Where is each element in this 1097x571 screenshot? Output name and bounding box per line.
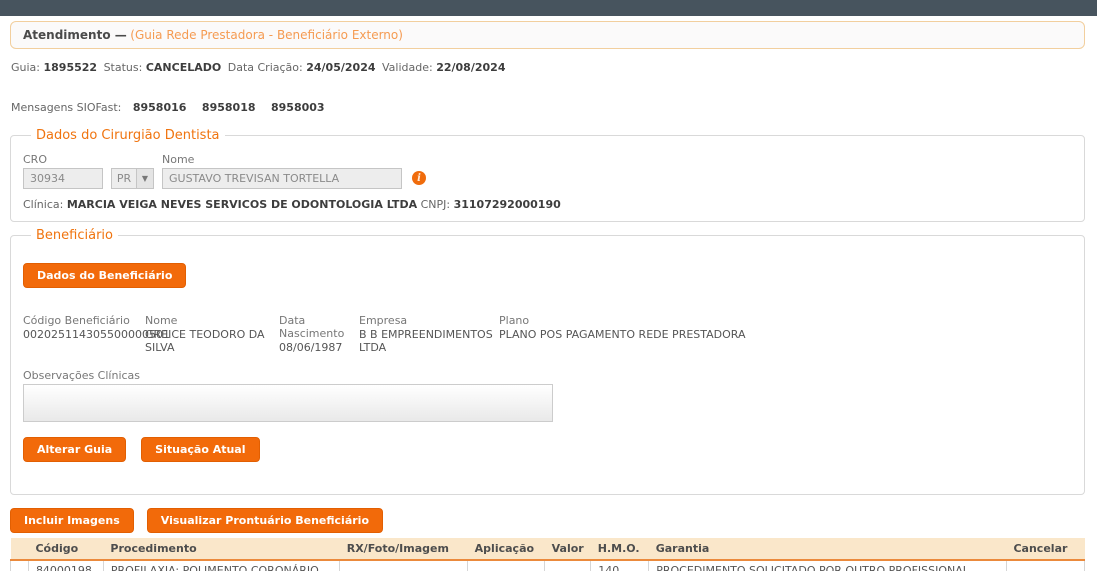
- siofast-message-1: 8958016: [132, 101, 187, 114]
- beneficiary-name-col: Nome GREICE TEODORO DA SILVA: [145, 314, 279, 354]
- rx-foto-imagem-column-header: RX/Foto/Imagem: [339, 538, 468, 561]
- row-aplicacao-cell: [467, 559, 546, 571]
- indicator-column-header: [10, 538, 29, 561]
- beneficiary-fieldset-legend: Beneficiário: [36, 228, 113, 243]
- uf-select-value: PR: [111, 168, 137, 189]
- data-criacao-value: 24/05/2024: [306, 61, 376, 74]
- dentist-name-label: Nome: [162, 153, 195, 166]
- visualizar-prontuario-button[interactable]: Visualizar Prontuário Beneficiário: [146, 508, 384, 533]
- cro-label: CRO: [23, 153, 47, 166]
- cnpj-value: 31107292000190: [453, 198, 561, 211]
- page-content: Atendimento — (Guia Rede Prestadora - Be…: [0, 21, 1097, 571]
- dentist-fields-row: CRO 30934 PR ▼ Nome GUSTAVO TREVISAN TOR…: [23, 153, 1072, 189]
- beneficiary-birthdate-value: 08/06/1987: [279, 341, 343, 354]
- row-cancelar-cell: [1005, 559, 1086, 571]
- valor-column-header: Valor: [544, 538, 591, 561]
- beneficiary-plan-col: Plano PLANO POS PAGAMENTO REDE PRESTADOR…: [499, 314, 1072, 354]
- page-action-buttons: Incluir Imagens Visualizar Prontuário Be…: [10, 508, 1085, 533]
- hmo-column-header: H.M.O.: [590, 538, 649, 561]
- guia-label: Guia:: [11, 61, 40, 74]
- table-row: 84000198 PROFILAXIA: POLIMENTO CORONÁRIO…: [10, 559, 1086, 571]
- validade-label: Validade:: [382, 61, 433, 74]
- beneficiary-company-label: Empresa: [359, 314, 408, 327]
- clinic-value: MARCIA VEIGA NEVES SERVICOS DE ODONTOLOG…: [66, 198, 418, 211]
- beneficiary-code-label: Código Beneficiário: [23, 314, 130, 327]
- top-bar: [0, 0, 1097, 16]
- cro-input[interactable]: 30934: [23, 168, 103, 189]
- beneficiary-company-value: B B EMPREENDIMENTOS LTDA: [359, 328, 493, 354]
- row-garantia-cell: PROCEDIMENTO SOLICITADO POR OUTRO PROFIS…: [648, 559, 1007, 571]
- situacao-atual-button[interactable]: Situação Atual: [141, 437, 260, 462]
- dentist-name-group: Nome GUSTAVO TREVISAN TORTELLA: [162, 153, 402, 189]
- clinic-line: Clínica: MARCIA VEIGA NEVES SERVICOS DE …: [23, 198, 1072, 211]
- status-value: CANCELADO: [145, 61, 222, 74]
- aplicacao-column-header: Aplicação: [467, 538, 545, 561]
- beneficiary-action-buttons: Alterar Guia Situação Atual: [23, 437, 1072, 462]
- row-indicator-cell: [10, 559, 29, 571]
- cancelar-column-header: Cancelar: [1006, 538, 1085, 561]
- guia-value: 1895522: [43, 61, 98, 74]
- procedures-table: Código Procedimento RX/Foto/Imagem Aplic…: [10, 538, 1086, 571]
- validade-value: 22/08/2024: [436, 61, 506, 74]
- alterar-guia-button[interactable]: Alterar Guia: [23, 437, 127, 462]
- page-subtitle: (Guia Rede Prestadora - Beneficiário Ext…: [130, 28, 403, 42]
- dados-beneficiario-button[interactable]: Dados do Beneficiário: [23, 263, 187, 288]
- beneficiary-fieldset: Beneficiário Dados do Beneficiário Códig…: [10, 228, 1085, 495]
- siofast-message-3: 8958003: [271, 101, 325, 114]
- clinical-observations-label: Observações Clínicas: [23, 369, 141, 382]
- beneficiary-button-row: Dados do Beneficiário: [23, 263, 1072, 288]
- beneficiary-birthdate-label: Data Nascimento: [279, 314, 345, 340]
- beneficiary-company-col: Empresa B B EMPREENDIMENTOS LTDA: [359, 314, 499, 354]
- cnpj-label: CNPJ:: [420, 198, 451, 211]
- cro-group: CRO 30934: [23, 153, 103, 189]
- procedimento-column-header: Procedimento: [103, 538, 340, 561]
- clinical-observations-textarea[interactable]: [23, 384, 553, 422]
- beneficiary-name-label: Nome: [145, 314, 178, 327]
- status-label: Status:: [103, 61, 143, 74]
- row-valor-cell: [544, 559, 592, 571]
- garantia-column-header: Garantia: [648, 538, 1007, 561]
- dentist-name-input[interactable]: GUSTAVO TREVISAN TORTELLA: [162, 168, 402, 189]
- attendance-header-box: Atendimento — (Guia Rede Prestadora - Be…: [10, 21, 1085, 49]
- chevron-down-icon[interactable]: ▼: [137, 168, 154, 189]
- row-rx-cell: [339, 559, 469, 571]
- dentist-fieldset-legend: Dados do Cirurgião Dentista: [36, 128, 220, 143]
- row-codigo-cell: 84000198: [27, 559, 104, 571]
- beneficiary-code-col: Código Beneficiário 00202511430550000050…: [23, 314, 170, 354]
- clinic-label: Clínica:: [23, 198, 64, 211]
- data-criacao-label: Data Criação:: [227, 61, 303, 74]
- siofast-messages-line: Mensagens SIOFast: 8958016 8958018 89580…: [10, 101, 1085, 114]
- codigo-column-header: Código: [28, 538, 104, 561]
- siofast-label: Mensagens SIOFast:: [11, 101, 122, 114]
- info-icon[interactable]: i: [412, 171, 426, 185]
- beneficiary-code-value: 002025114305500000501: [23, 328, 170, 341]
- beneficiary-plan-label: Plano: [499, 314, 530, 327]
- incluir-imagens-button[interactable]: Incluir Imagens: [10, 508, 134, 533]
- dentist-fieldset: Dados do Cirurgião Dentista CRO 30934 PR…: [10, 128, 1085, 222]
- beneficiary-name-value: GREICE TEODORO DA SILVA: [145, 328, 265, 354]
- uf-select[interactable]: PR ▼: [111, 168, 154, 189]
- row-hmo-cell: 140: [590, 559, 650, 571]
- beneficiary-plan-value: PLANO POS PAGAMENTO REDE PRESTADORA: [499, 328, 746, 341]
- page-title: Atendimento —: [23, 28, 127, 42]
- row-procedimento-cell: PROFILAXIA: POLIMENTO CORONÁRIO: [102, 559, 341, 571]
- procedures-table-header-row: Código Procedimento RX/Foto/Imagem Aplic…: [10, 538, 1085, 561]
- guide-status-line: Guia: 1895522 Status: CANCELADO Data Cri…: [10, 61, 1085, 74]
- beneficiary-info-row: Código Beneficiário 00202511430550000050…: [23, 314, 1072, 354]
- beneficiary-birthdate-col: Data Nascimento 08/06/1987: [279, 314, 359, 354]
- siofast-message-2: 8958018: [201, 101, 256, 114]
